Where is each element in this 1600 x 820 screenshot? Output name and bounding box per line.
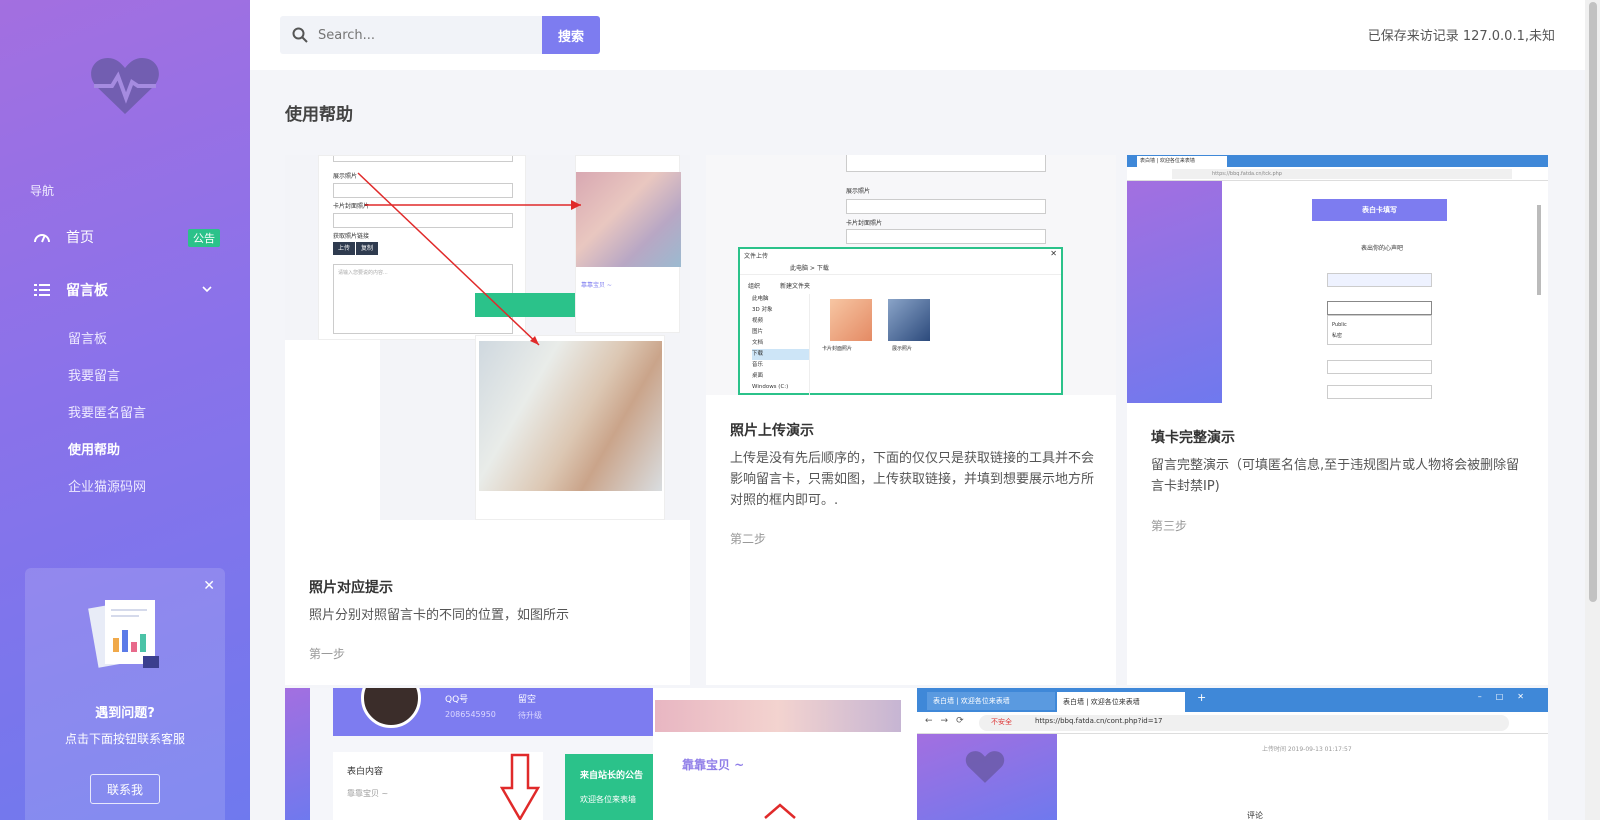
red-arrows-overlay bbox=[357, 172, 581, 346]
card-description: 照片分别对照留言卡的不同的位置，如图所示 bbox=[309, 608, 570, 623]
card-title: 填卡完整演示 bbox=[1151, 430, 1235, 446]
photo-mapping-screenshot: 展示照片 卡片封面照片 获取照片链接 上传 复制 请输入您要说的内容... 靠靠… bbox=[285, 155, 690, 520]
board-detail-screenshot: QQ号 留空 2086545950 待升级 表白内容 靠靠宝贝 ~ 来自站长的公… bbox=[285, 688, 653, 820]
search-icon bbox=[292, 27, 308, 43]
card-step: 第一步 bbox=[309, 647, 346, 661]
page-title: 使用帮助 bbox=[285, 105, 353, 125]
card-step: 第三步 bbox=[1151, 519, 1188, 533]
list-icon bbox=[32, 280, 52, 300]
top-header: 搜索 已保存来访记录 127.0.0.1,未知 bbox=[250, 0, 1585, 70]
documents-chart-illustration-icon bbox=[88, 600, 159, 668]
page-scrollbar[interactable] bbox=[1585, 0, 1600, 820]
sidebar-subitem-source-site[interactable]: 企业猫源码网 bbox=[68, 476, 146, 495]
search-box bbox=[280, 16, 542, 54]
red-arrow bbox=[764, 803, 796, 819]
bottom-demo-card: QQ号 留空 2086545950 待升级 表白内容 靠靠宝贝 ~ 来自站长的公… bbox=[285, 688, 1548, 820]
nav-heading: 导航 bbox=[30, 184, 55, 198]
help-subtitle: 点击下面按钮联系客服 bbox=[64, 732, 185, 746]
sidebar-item-message-board-label: 留言板 bbox=[66, 283, 108, 299]
search-input[interactable] bbox=[318, 16, 538, 54]
scrollbar-thumb[interactable] bbox=[1589, 2, 1597, 602]
help-card: ✕ 遇到问题? 点击下面按钮联系客服 联系我 bbox=[25, 568, 225, 820]
full-demo-screenshot: 表白墙 | 欢迎各位来表墙 https://bbq.fatda.cn/tck.p… bbox=[1127, 155, 1548, 403]
post-detail-browser-screenshot: 表白墙 | 欢迎各位来表墙 表白墙 | 欢迎各位来表墙 + –□✕ ←→⟳ 不安… bbox=[917, 688, 1548, 820]
sidebar-subitem-help[interactable]: 使用帮助 bbox=[68, 439, 120, 458]
sidebar-item-home[interactable]: 首页 公告 bbox=[32, 222, 222, 252]
contact-button[interactable]: 联系我 bbox=[90, 774, 160, 804]
red-down-arrow bbox=[500, 753, 540, 820]
help-card-photo-mapping: 展示照片 卡片封面照片 获取照片链接 上传 复制 请输入您要说的内容... 靠靠… bbox=[285, 155, 690, 685]
help-card-full-demo: 表白墙 | 欢迎各位来表墙 https://bbq.fatda.cn/tck.p… bbox=[1127, 155, 1548, 685]
card-preview-screenshot: 靠靠宝贝 ~ bbox=[655, 688, 901, 820]
visitor-record-text: 已保存来访记录 127.0.0.1,未知 bbox=[1367, 29, 1555, 44]
sidebar: 导航 首页 公告 留言板 留言板 我要留言 我要匿名留言 使用帮助 企业猫源码网… bbox=[0, 0, 250, 820]
card-title: 照片上传演示 bbox=[730, 423, 814, 439]
sidebar-subitem-message-board[interactable]: 留言板 bbox=[68, 328, 107, 347]
card-description: 上传是没有先后顺序的，下面的仅仅只是获取链接的工具并不会影响留言卡，只需如图，上… bbox=[730, 451, 1095, 508]
heart-pulse-logo-icon bbox=[965, 751, 1005, 783]
chevron-down-icon[interactable] bbox=[200, 282, 214, 296]
photo-upload-screenshot: 展示照片 卡片封面照片 文件上传 ✕ 此电脑 > 下载 组织 新建文件夹 此电脑… bbox=[706, 155, 1116, 395]
card-description: 留言完整演示（可填匿名信息,至于违规图片或人物将会被删除留言卡封禁IP) bbox=[1151, 458, 1520, 494]
dashboard-gauge-icon bbox=[32, 227, 52, 247]
help-title: 遇到问题? bbox=[95, 706, 155, 721]
sidebar-subitem-anonymous-message[interactable]: 我要匿名留言 bbox=[68, 402, 146, 421]
card-title: 照片对应提示 bbox=[309, 580, 393, 596]
help-card-photo-upload: 展示照片 卡片封面照片 文件上传 ✕ 此电脑 > 下载 组织 新建文件夹 此电脑… bbox=[706, 155, 1116, 685]
card-step: 第二步 bbox=[730, 532, 767, 546]
close-icon[interactable]: ✕ bbox=[203, 578, 215, 594]
heart-pulse-logo-icon[interactable] bbox=[90, 56, 160, 116]
search-button[interactable]: 搜索 bbox=[542, 16, 600, 54]
announcement-badge: 公告 bbox=[188, 229, 220, 247]
sidebar-item-message-board[interactable]: 留言板 bbox=[32, 275, 222, 305]
sidebar-item-home-label: 首页 bbox=[66, 230, 94, 246]
sidebar-subitem-leave-message[interactable]: 我要留言 bbox=[68, 365, 120, 384]
